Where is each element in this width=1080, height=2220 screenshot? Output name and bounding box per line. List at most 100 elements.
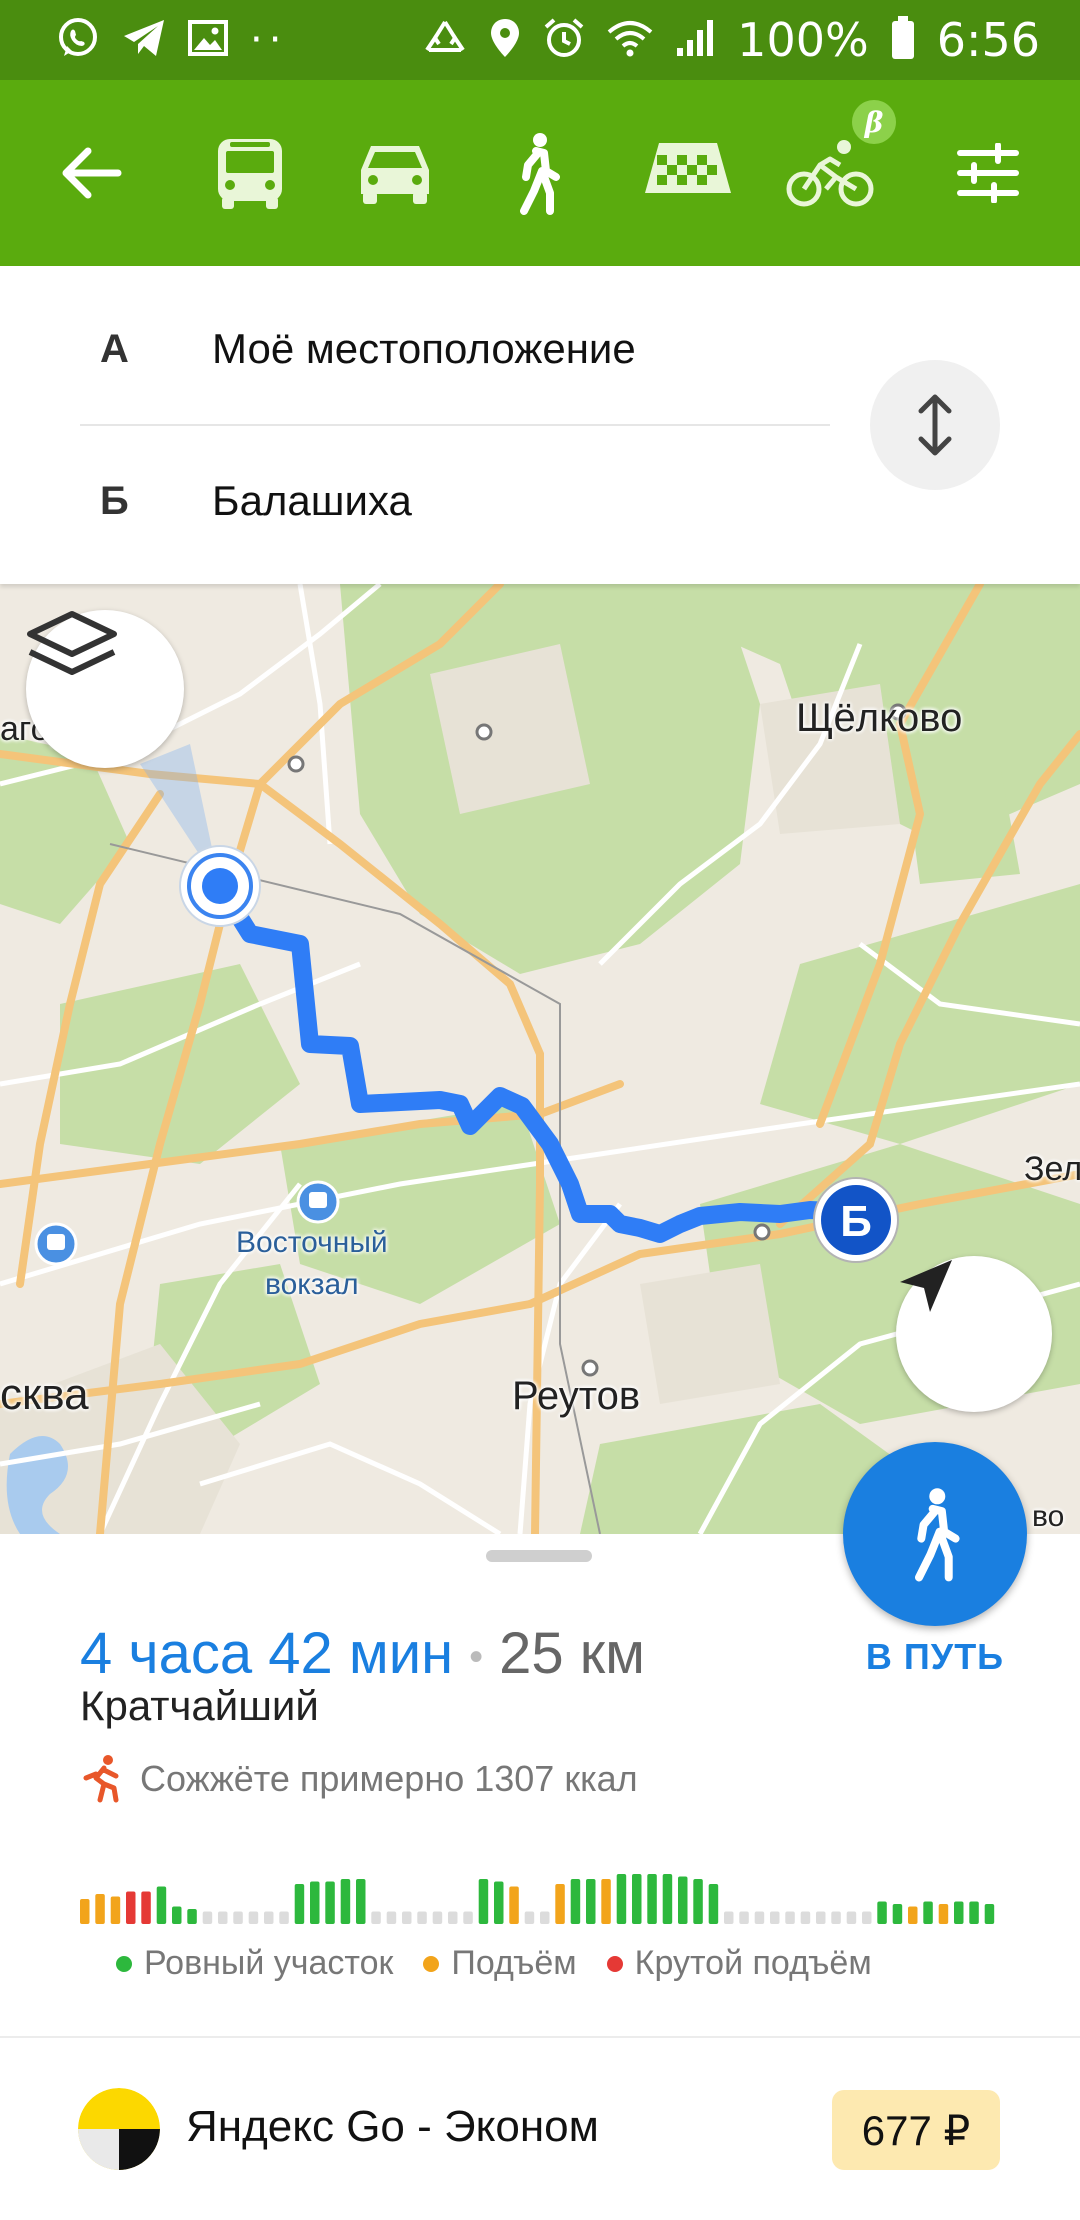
- elevation-bar: [432, 1911, 443, 1924]
- elevation-bar: [279, 1911, 289, 1924]
- route-settings-button[interactable]: [918, 80, 1058, 266]
- elevation-bar: [141, 1891, 151, 1924]
- elevation-bar: [555, 1884, 565, 1924]
- elevation-bar: [662, 1874, 673, 1924]
- legend-steep: Крутой подъём: [606, 1944, 872, 1983]
- destination-b-marker: Б: [813, 1177, 899, 1263]
- transport-mode-toolbar: β: [0, 80, 1080, 266]
- elevation-bar: [356, 1879, 366, 1924]
- elevation-bar: [156, 1886, 167, 1924]
- elevation-bar: [754, 1911, 765, 1924]
- pedestrian-icon: [915, 1488, 960, 1582]
- route-map[interactable]: Б агорное Щёлково Восточный вокзал сква …: [0, 584, 1080, 1534]
- elevation-bar: [448, 1911, 458, 1924]
- elevation-bar: [233, 1911, 243, 1924]
- elevation-bar: [463, 1911, 473, 1924]
- elevation-bar: [862, 1911, 872, 1924]
- elevation-bar: [371, 1911, 381, 1924]
- whatsapp-icon: [56, 16, 100, 65]
- elevation-bar: [110, 1896, 121, 1924]
- calories-info: Сожжёте примерно 1307 ккал: [80, 1754, 638, 1804]
- legend-steep-dot: [606, 1955, 623, 1972]
- status-bar: ·· 100% 6:56: [0, 0, 1080, 80]
- elevation-bar: [678, 1876, 688, 1924]
- my-location-marker: [179, 845, 261, 927]
- point-a-name: Моё местоположение: [212, 325, 636, 372]
- elevation-bar: [126, 1891, 136, 1924]
- elevation-bar: [264, 1911, 274, 1924]
- car-icon: [361, 146, 429, 204]
- map-label-edge: во: [1032, 1500, 1065, 1533]
- locate-me-button[interactable]: [896, 1256, 1052, 1412]
- elevation-bar: [402, 1911, 412, 1924]
- route-distance: 25 км: [499, 1621, 646, 1686]
- elevation-bar: [816, 1911, 826, 1924]
- map-label-zel: Зел: [1024, 1150, 1080, 1188]
- taxi-offer-name: Яндекс Go - Эконом: [186, 2102, 599, 2151]
- elevation-bar: [187, 1909, 197, 1924]
- elevation-bar: [218, 1911, 228, 1924]
- elevation-bar: [202, 1911, 213, 1924]
- elevation-bar: [478, 1879, 489, 1924]
- wifi-icon: [607, 18, 653, 63]
- elevation-bar: [616, 1874, 627, 1924]
- layers-icon: [27, 611, 117, 675]
- route-variant: Кратчайший: [80, 1682, 319, 1729]
- swap-vertical-icon: [918, 394, 952, 456]
- elevation-legend: Ровный участок Подъём Крутой подъём: [116, 1944, 872, 1983]
- sliders-icon: [957, 143, 1019, 203]
- taxi-offer-row[interactable]: Яндекс Go - Эконом 677 ₽: [0, 2038, 1080, 2220]
- mode-bus-button[interactable]: [180, 80, 320, 266]
- point-a-field[interactable]: А Моё местоположение: [0, 274, 850, 424]
- start-route-button[interactable]: [843, 1442, 1027, 1626]
- map-label-moskva: сква: [0, 1370, 89, 1419]
- route-points-panel: А Моё местоположение Б Балашиха: [0, 266, 1080, 584]
- telegram-icon: [122, 18, 166, 63]
- taxi-icon: [645, 143, 731, 193]
- mode-taxi-button[interactable]: [618, 80, 758, 266]
- recycle-icon: [423, 18, 467, 63]
- sheet-drag-handle[interactable]: [486, 1550, 592, 1562]
- bus-icon: [218, 139, 282, 209]
- elevation-bar: [647, 1874, 657, 1924]
- elevation-bar: [248, 1911, 259, 1924]
- elevation-bar: [310, 1881, 320, 1924]
- elevation-bar: [540, 1911, 550, 1924]
- map-layers-button[interactable]: [26, 610, 184, 768]
- alarm-icon: [543, 17, 585, 64]
- point-b-letter: Б: [100, 478, 129, 523]
- elevation-bar: [877, 1901, 887, 1924]
- notification-dots: ··: [250, 17, 288, 63]
- elevation-bar: [984, 1904, 995, 1924]
- elevation-bar: [739, 1911, 749, 1924]
- legend-flat-dot: [116, 1955, 132, 1972]
- elevation-bar: [831, 1911, 841, 1924]
- elevation-bar: [524, 1911, 535, 1924]
- pedestrian-icon: [520, 133, 560, 215]
- start-route-label[interactable]: В ПУТЬ: [840, 1636, 1030, 1678]
- location-icon: [489, 17, 521, 64]
- beta-badge: β: [852, 100, 896, 144]
- back-button[interactable]: [24, 80, 160, 266]
- legend-steep-label: Крутой подъём: [634, 1944, 872, 1982]
- mode-car-button[interactable]: [325, 80, 465, 266]
- mode-pedestrian-button[interactable]: [468, 80, 608, 266]
- swap-points-button[interactable]: [870, 360, 1000, 490]
- elevation-bar: [509, 1886, 519, 1924]
- summary-separator: •: [469, 1635, 484, 1680]
- train-station-icon-west: [34, 1222, 78, 1266]
- point-b-name: Балашиха: [212, 477, 412, 524]
- battery-percent: 100%: [737, 13, 869, 67]
- elevation-bar: [938, 1904, 949, 1924]
- route-duration: 4 часа 42 мин: [80, 1621, 454, 1686]
- yandex-go-icon: [78, 2088, 160, 2170]
- elevation-bar: [724, 1911, 734, 1924]
- legend-ascent-label: Подъём: [451, 1944, 577, 1982]
- elevation-bar: [969, 1901, 979, 1924]
- elevation-bar: [494, 1881, 504, 1924]
- train-station-icon: [296, 1180, 340, 1224]
- point-b-field[interactable]: Б Балашиха: [0, 426, 850, 576]
- map-label-vostochny: Восточный: [236, 1226, 388, 1259]
- taxi-price-badge[interactable]: 677 ₽: [832, 2090, 1000, 2170]
- elevation-bar: [892, 1904, 903, 1924]
